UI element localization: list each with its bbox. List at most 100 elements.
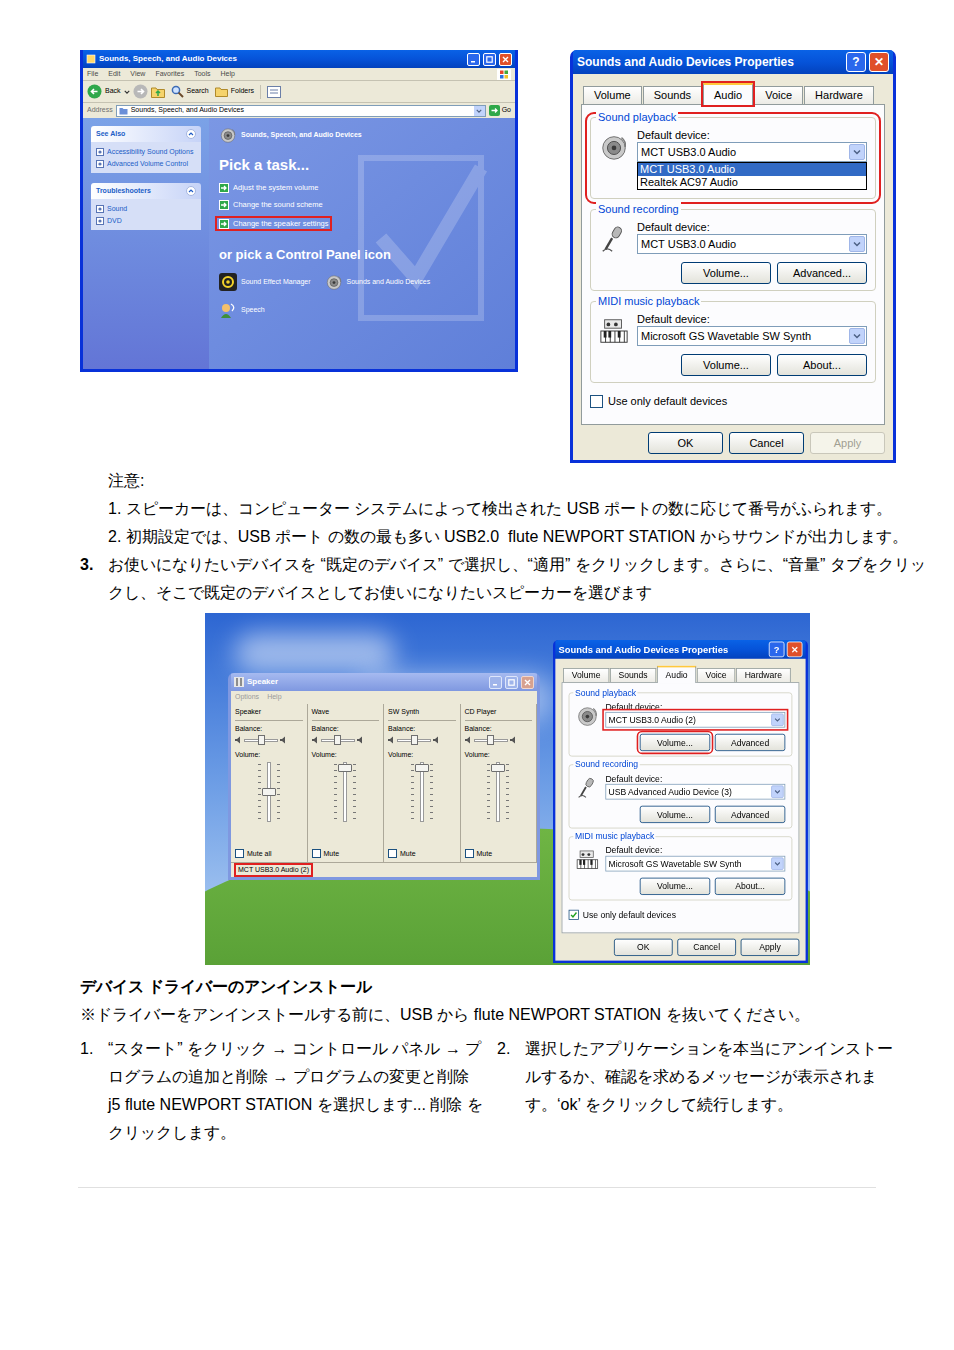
dropdown-option[interactable]: Realtek AC97 Audio <box>638 176 866 189</box>
device-select[interactable]: USB Advanced Audio Device (3) <box>605 784 785 800</box>
menu-item[interactable]: View <box>130 69 145 80</box>
mute-checkbox[interactable]: Mute <box>312 849 380 860</box>
mute-checkbox[interactable]: Mute <box>465 849 533 860</box>
dialog-button[interactable]: Apply <box>810 432 885 454</box>
slider-thumb[interactable] <box>411 735 418 745</box>
task-link[interactable]: Adjust the system volume <box>219 182 318 193</box>
slider-thumb[interactable] <box>262 788 276 796</box>
menu-item[interactable]: Options <box>235 692 259 703</box>
tab[interactable]: Voice <box>754 86 803 104</box>
balance-slider[interactable] <box>244 734 278 746</box>
device-select[interactable]: MCT USB3.0 Audio (2) <box>605 712 785 728</box>
menu-item[interactable]: Edit <box>108 69 120 80</box>
balance-slider[interactable] <box>474 734 508 746</box>
volume-slider[interactable] <box>409 760 435 824</box>
menu-item[interactable]: Help <box>267 692 281 703</box>
dialog-button[interactable]: OK <box>614 939 673 956</box>
tab[interactable]: Voice <box>697 668 735 682</box>
group-button[interactable]: Advanced... <box>777 262 867 284</box>
dropdown-button[interactable] <box>849 144 865 160</box>
dialog-button[interactable]: Apply <box>741 939 800 956</box>
tab[interactable]: Hardware <box>736 668 790 682</box>
toolbar-button[interactable]: Folders <box>215 86 254 97</box>
balance-slider[interactable] <box>397 734 431 746</box>
menu-item[interactable]: Tools <box>194 69 210 80</box>
sidebar-link[interactable]: Sound <box>96 204 196 213</box>
checkbox[interactable] <box>569 910 579 920</box>
default-devices-checkbox[interactable]: Use only default devices <box>569 908 793 921</box>
control-panel-icon[interactable]: Sound Effect Manager <box>219 273 311 291</box>
tab[interactable]: Volume <box>563 668 609 682</box>
group-button[interactable]: About... <box>777 354 867 376</box>
sidebar-link[interactable]: Advanced Volume Control <box>96 159 196 168</box>
dropdown-button[interactable] <box>849 236 865 252</box>
minimize-button[interactable] <box>467 53 480 66</box>
tab[interactable]: Sounds <box>610 668 656 682</box>
slider-thumb[interactable] <box>491 764 505 772</box>
close-button[interactable]: ✕ <box>787 642 803 658</box>
slider-thumb[interactable] <box>334 735 341 745</box>
close-button[interactable] <box>499 53 512 66</box>
group-button[interactable]: Advanced <box>715 806 785 823</box>
group-button[interactable]: Advanced <box>715 734 785 751</box>
device-select[interactable]: MCT USB3.0 Audio <box>637 142 867 162</box>
dropdown-button[interactable] <box>849 328 865 344</box>
group-button[interactable]: About... <box>715 878 785 895</box>
tab[interactable]: Volume <box>583 86 642 104</box>
toolbar-button[interactable]: Back <box>87 84 165 99</box>
group-button[interactable]: Volume... <box>640 734 710 751</box>
sidebar-link[interactable]: Accessibility Sound Options <box>96 147 196 156</box>
task-link[interactable]: Change the sound scheme <box>219 199 323 210</box>
group-button[interactable]: Volume... <box>681 354 771 376</box>
dropdown-button[interactable] <box>771 857 784 870</box>
device-select[interactable]: Microsoft GS Wavetable SW Synth <box>605 856 785 872</box>
dialog-button[interactable]: Cancel <box>729 432 804 454</box>
help-button[interactable]: ? <box>769 642 785 658</box>
minimize-button[interactable] <box>489 676 502 689</box>
maximize-button[interactable] <box>483 53 496 66</box>
tab[interactable]: Audio <box>657 666 696 683</box>
dialog-button[interactable]: Cancel <box>677 939 736 956</box>
collapse-button[interactable] <box>186 129 196 139</box>
group-button[interactable]: Volume... <box>640 878 710 895</box>
dropdown-button[interactable] <box>771 785 784 798</box>
help-button[interactable]: ? <box>846 52 866 72</box>
balance-slider[interactable] <box>321 734 355 746</box>
control-panel-icon[interactable]: Speech <box>219 301 311 319</box>
menu-item[interactable]: Help <box>221 69 235 80</box>
toolbar-button[interactable]: Search <box>171 85 209 98</box>
tab[interactable]: Hardware <box>804 86 874 104</box>
menu-item[interactable]: File <box>87 69 98 80</box>
close-button[interactable]: ✕ <box>869 52 889 72</box>
volume-slider[interactable] <box>332 760 358 824</box>
mute-checkbox[interactable]: Mute <box>388 849 456 860</box>
views-icon[interactable] <box>267 86 281 98</box>
close-button[interactable] <box>521 676 534 689</box>
volume-slider[interactable] <box>485 760 511 824</box>
dialog-button[interactable]: OK <box>648 432 723 454</box>
sidebar-link[interactable]: DVD <box>96 216 196 225</box>
mute-checkbox[interactable]: Mute all <box>235 849 303 860</box>
slider-thumb[interactable] <box>258 735 265 745</box>
device-select[interactable]: Microsoft GS Wavetable SW Synth <box>637 326 867 346</box>
dropdown-button[interactable] <box>771 714 784 727</box>
slider-thumb[interactable] <box>487 735 494 745</box>
slider-thumb[interactable] <box>338 764 352 772</box>
volume-slider[interactable] <box>256 760 282 824</box>
group-button[interactable]: Volume... <box>640 806 710 823</box>
collapse-button[interactable] <box>186 186 196 196</box>
go-button[interactable]: Go <box>489 105 511 116</box>
device-select[interactable]: MCT USB3.0 Audio <box>637 234 867 254</box>
task-link[interactable]: Change the speaker settings <box>215 216 332 231</box>
checkbox[interactable] <box>590 395 603 408</box>
maximize-button[interactable] <box>505 676 518 689</box>
default-devices-checkbox[interactable]: Use only default devices <box>590 393 876 410</box>
tab[interactable]: Audio <box>703 83 753 105</box>
tab[interactable]: Sounds <box>643 86 702 104</box>
control-panel-icon[interactable]: Sounds and Audio Devices <box>325 273 431 291</box>
menu-item[interactable]: Favorites <box>155 69 184 80</box>
group-button[interactable]: Volume... <box>681 262 771 284</box>
dropdown-option[interactable]: MCT USB3.0 Audio <box>638 163 866 176</box>
slider-thumb[interactable] <box>415 764 429 772</box>
address-field[interactable]: Sounds, Speech, and Audio Devices <box>116 105 486 117</box>
